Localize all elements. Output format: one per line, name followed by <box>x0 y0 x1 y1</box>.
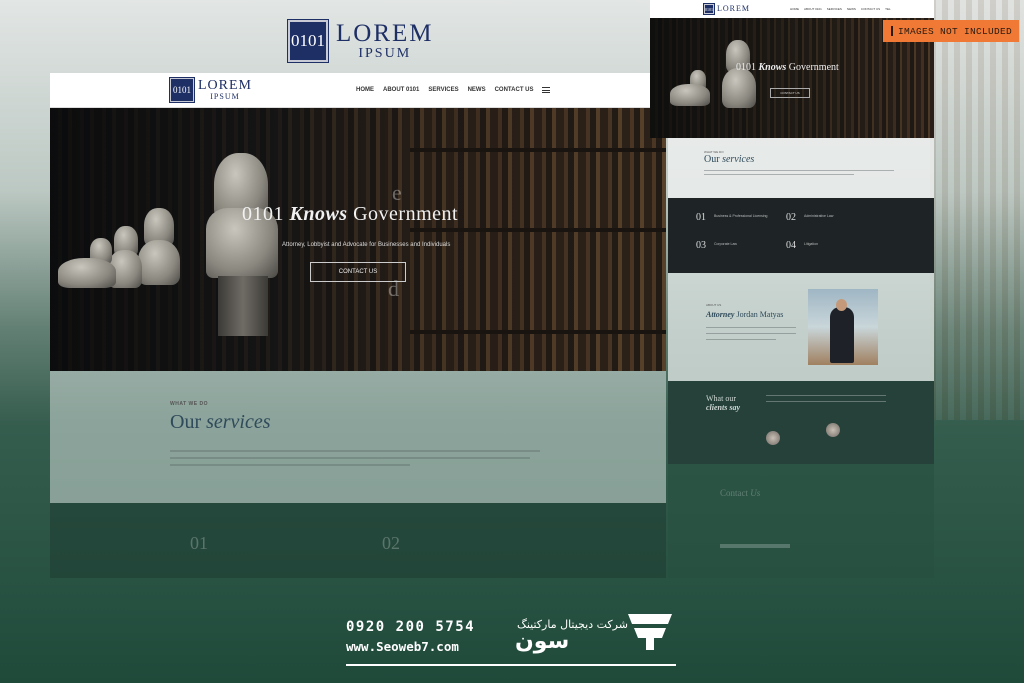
nav-item-services[interactable]: SERVICES <box>428 87 458 93</box>
contact-title: Contact Us <box>720 488 761 498</box>
contact-us-button[interactable]: CONTACT US <box>310 262 406 282</box>
client-avatar <box>826 423 840 437</box>
secondary-contact-button[interactable]: CONTACT US <box>770 88 810 98</box>
bust-torso <box>722 68 756 108</box>
services-title: Our services <box>170 411 271 433</box>
text-line <box>826 395 886 396</box>
text-line <box>826 401 886 402</box>
logo-line2: IPSUM <box>358 46 412 61</box>
services-eyebrow: WHAT WE DO <box>170 401 208 407</box>
contact-section: Contact Us <box>668 464 934 578</box>
background-bookshelf <box>930 0 1024 420</box>
main-site-mockup: 0101 LOREM IPSUM HOME ABOUT 0101 SERVICE… <box>50 73 666 503</box>
secondary-menu: HOME ABOUT 0101 SERVICES NEWS CONTACT US… <box>790 7 891 11</box>
text-line <box>170 457 530 459</box>
service-list: 01 Business & Professional Licensing 02 … <box>668 198 934 273</box>
nav-logo-line2: IPSUM <box>210 92 240 101</box>
nav-logo-mark[interactable]: 0101 <box>169 77 195 103</box>
logo-line1: LOREM <box>336 20 434 47</box>
attorney-title: Attorney Jordan Matyas <box>706 310 784 319</box>
secondary-nav-about[interactable]: ABOUT 0101 <box>804 7 822 11</box>
client-avatar <box>766 431 780 445</box>
service-number: 01 <box>190 533 208 553</box>
text-line <box>170 464 410 466</box>
shelf <box>410 330 666 334</box>
images-not-included-badge: IMAGES NOT INCLUDED <box>883 20 1019 42</box>
text-line <box>706 339 776 340</box>
secondary-logo-text: LOREM <box>717 4 750 13</box>
bust-row <box>670 84 710 106</box>
nav-item-about[interactable]: ABOUT 0101 <box>383 87 419 93</box>
brand-logo-icon <box>628 614 672 650</box>
text-line <box>704 170 894 171</box>
testimonials-title: What our clients say <box>706 394 740 412</box>
pedestal <box>218 276 268 336</box>
text-line <box>766 401 826 402</box>
secondary-site-mockup: 0101 LOREM HOME ABOUT 0101 SERVICES NEWS… <box>650 0 934 578</box>
contact-bar <box>720 544 790 548</box>
service-number: 04 <box>786 240 796 251</box>
text-line <box>766 395 826 396</box>
service-number: 03 <box>696 240 706 251</box>
service-label[interactable]: Business & Professional Licensing <box>714 214 768 218</box>
text-line <box>170 450 540 452</box>
text-line <box>706 333 796 334</box>
logo-mark: 0101 <box>287 19 329 63</box>
attorney-photo <box>808 289 878 365</box>
secondary-services-title: Our services <box>704 154 755 165</box>
nav-item-news[interactable]: NEWS <box>468 87 486 93</box>
attorney-section: ABOUT US Attorney Jordan Matyas <box>668 273 934 381</box>
service-number: 02 <box>382 533 400 553</box>
service-number: 01 <box>696 212 706 223</box>
services-paragraph <box>170 450 540 466</box>
top-logo: 0101 LOREM IPSUM <box>287 19 434 63</box>
attorney-figure <box>830 307 854 363</box>
attorney-head <box>836 299 847 311</box>
nav-logo-text: LOREM IPSUM <box>194 79 252 101</box>
text-line <box>704 174 854 175</box>
bust-row <box>58 258 116 288</box>
nav-item-contact[interactable]: CONTACT US <box>495 87 534 93</box>
logo-text: LOREM IPSUM <box>336 21 434 61</box>
main-menu: HOME ABOUT 0101 SERVICES NEWS CONTACT US <box>356 87 551 93</box>
secondary-navbar: 0101 LOREM HOME ABOUT 0101 SERVICES NEWS… <box>650 0 934 18</box>
bust-torso <box>138 240 180 285</box>
phone-number[interactable]: 0920 200 5754 <box>346 619 475 635</box>
secondary-nav-services[interactable]: SERVICES <box>827 7 842 11</box>
service-number: 02 <box>786 212 796 223</box>
footer-divider <box>346 664 676 666</box>
service-label[interactable]: Corporate Law <box>714 242 737 246</box>
secondary-services: WHAT WE DO Our services <box>668 138 934 198</box>
service-label[interactable]: Administrative Law <box>804 214 833 218</box>
secondary-nav-contact[interactable]: CONTACT US <box>861 7 880 11</box>
nav-logo-line1: LOREM <box>198 78 252 93</box>
website-url[interactable]: www.Seoweb7.com <box>346 639 459 654</box>
service-label[interactable]: Litigation <box>804 242 818 246</box>
secondary-hero-title: 0101 Knows Government <box>736 62 839 73</box>
hero-section: e d 0101 Knows Government Attorney, Lobb… <box>50 108 666 371</box>
shelf <box>410 228 666 232</box>
menu-icon[interactable] <box>542 87 551 93</box>
hero-title: 0101 Knows Government <box>242 203 459 225</box>
secondary-nav-news[interactable]: NEWS <box>847 7 856 11</box>
attorney-eyebrow: ABOUT US <box>706 303 722 307</box>
secondary-nav-tel[interactable]: TEL <box>885 7 891 11</box>
hero-subtitle: Attorney, Lobbyist and Advocate for Busi… <box>282 242 451 248</box>
company-name: سون <box>515 629 570 654</box>
nav-item-home[interactable]: HOME <box>356 87 374 93</box>
testimonials-section: What our clients say <box>668 381 934 464</box>
text-line <box>706 327 796 328</box>
main-navbar: 0101 LOREM IPSUM HOME ABOUT 0101 SERVICE… <box>50 73 666 108</box>
secondary-nav-home[interactable]: HOME <box>790 7 799 11</box>
main-lower-section: 01 02 <box>50 503 666 578</box>
secondary-logo-mark[interactable]: 0101 <box>703 3 715 15</box>
services-section: WHAT WE DO Our services <box>50 371 666 503</box>
shelf <box>410 148 666 152</box>
